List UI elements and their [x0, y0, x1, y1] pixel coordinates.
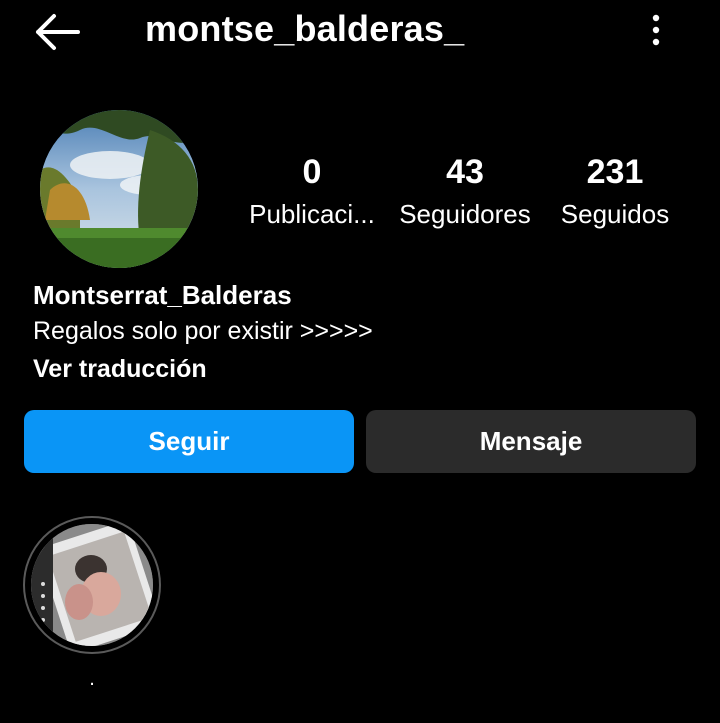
highlight-cover-image — [31, 524, 153, 646]
following-count: 231 — [586, 153, 644, 191]
profile-picture-image — [40, 110, 198, 268]
more-options-button[interactable] — [640, 10, 672, 50]
posts-label: Publicaci... — [249, 199, 375, 229]
top-app-bar: montse_balderas_ — [0, 0, 720, 64]
arrow-left-icon — [36, 14, 80, 50]
following-label: Seguidos — [560, 199, 670, 229]
stat-posts[interactable]: 0 Publicaci... — [244, 150, 380, 234]
follow-button[interactable]: Seguir — [24, 410, 354, 473]
highlight-label: . — [89, 668, 95, 690]
profile-bio: Montserrat_Balderas Regalos solo por exi… — [33, 278, 683, 386]
followers-count: 43 — [446, 153, 484, 191]
back-button[interactable] — [30, 12, 82, 52]
bio-text: Regalos solo por existir >>>>> — [33, 317, 373, 345]
followers-label: Seguidores — [399, 199, 531, 229]
display-name: Montserrat_Balderas — [33, 280, 292, 310]
posts-count: 0 — [302, 153, 322, 191]
profile-avatar[interactable] — [40, 110, 198, 268]
stat-following[interactable]: 231 Seguidos — [552, 150, 678, 234]
profile-username-title: montse_balderas_ — [145, 8, 465, 49]
message-button[interactable]: Mensaje — [366, 410, 696, 473]
story-highlight[interactable] — [23, 516, 161, 654]
profile-stats: 0 Publicaci... 43 Seguidores 231 Seguido… — [236, 150, 686, 240]
stat-followers[interactable]: 43 Seguidores — [392, 150, 538, 234]
see-translation-link[interactable]: Ver traducción — [33, 352, 683, 386]
more-vertical-icon — [652, 14, 660, 46]
